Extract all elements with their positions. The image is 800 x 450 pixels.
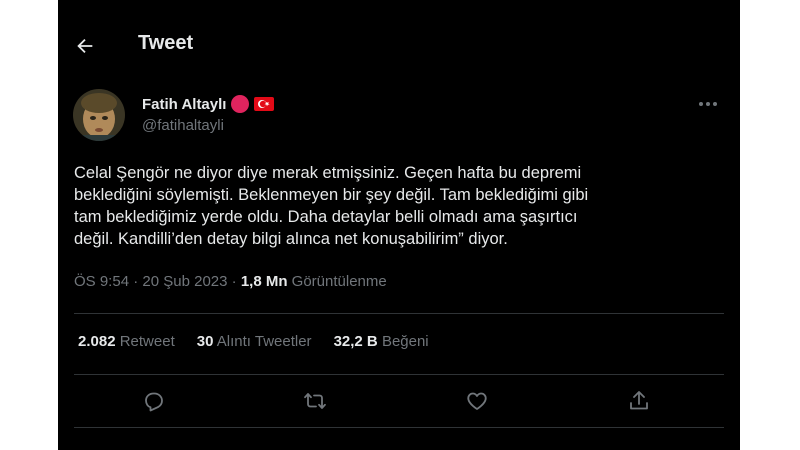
likes-label: Beğeni <box>381 333 429 350</box>
share-icon[interactable] <box>627 389 651 413</box>
more-icon[interactable] <box>694 94 722 114</box>
author-handle[interactable]: @fatihaltayli <box>142 117 224 134</box>
quotes-stat[interactable]: 30 Alıntı Tweetler <box>197 333 312 350</box>
views-count: 1,8 Mn <box>240 273 288 290</box>
heart-icon[interactable] <box>465 389 489 413</box>
tweet-meta: ÖS 9:54 · 20 Şub 2023 · 1,8 Mn Görüntüle… <box>74 273 387 290</box>
page-title: Tweet <box>138 32 194 54</box>
retweets-stat[interactable]: 2.082 Retweet <box>78 333 175 350</box>
author-name[interactable]: Fatih Altaylı <box>142 96 226 113</box>
likes-count: 32,2 B <box>333 333 378 350</box>
quotes-count: 30 <box>196 333 214 350</box>
views-label: Görüntülenme <box>291 273 387 290</box>
tweet-date[interactable]: 20 Şub 2023 <box>142 273 227 290</box>
red-circle-icon <box>231 95 250 113</box>
divider <box>74 427 724 428</box>
turkey-flag-icon <box>254 97 275 111</box>
likes-stat[interactable]: 32,2 B Beğeni <box>334 333 429 350</box>
tweet-text: Celal Şengör ne diyor diye merak etmişsi… <box>74 164 589 248</box>
avatar[interactable] <box>73 89 125 141</box>
tweet-time[interactable]: ÖS 9:54 <box>74 273 129 290</box>
quotes-label: Alıntı Tweetler <box>216 333 312 350</box>
retweets-count: 2.082 <box>78 333 116 350</box>
retweets-label: Retweet <box>119 333 175 350</box>
tweet-panel: Tweet Fatih Altaylı @fatihaltayli Celal … <box>58 0 740 450</box>
retweet-icon[interactable] <box>303 389 327 413</box>
author-name-row: Fatih Altaylı <box>142 93 275 115</box>
header: Tweet <box>58 27 740 67</box>
reply-icon[interactable] <box>142 389 166 413</box>
tweet-actions <box>58 389 740 415</box>
divider <box>74 374 724 375</box>
meta-separator: · <box>231 273 237 290</box>
meta-separator: · <box>133 273 139 290</box>
arrow-left-icon[interactable] <box>74 35 96 57</box>
tweet-stats: 2.082 Retweet 30 Alıntı Tweetler 32,2 B … <box>78 333 429 350</box>
divider <box>74 313 724 314</box>
